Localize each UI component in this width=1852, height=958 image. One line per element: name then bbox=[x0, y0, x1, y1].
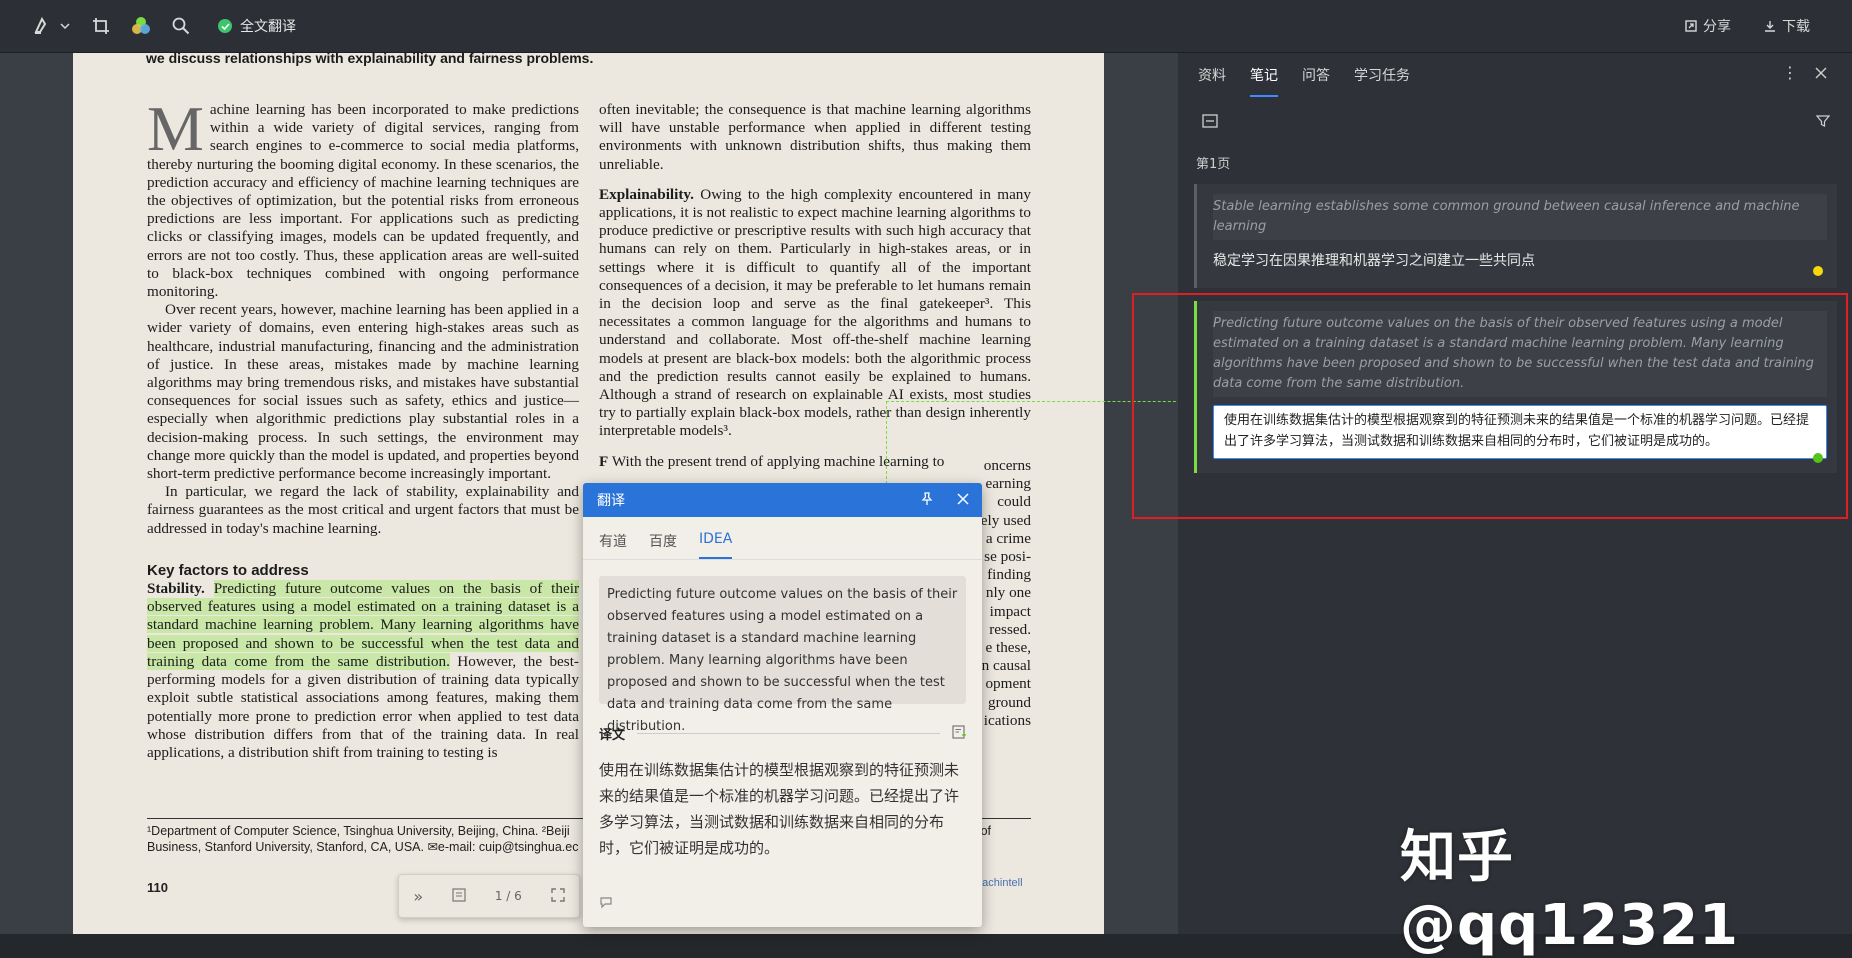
section-heading-key-factors: Key factors to address bbox=[147, 561, 309, 579]
tab-notes[interactable]: 笔记 bbox=[1250, 65, 1278, 97]
double-chevron-right-icon[interactable]: » bbox=[413, 887, 423, 906]
translation-result-label: 译文 bbox=[599, 728, 626, 743]
fragment: oncerns bbox=[983, 457, 1031, 474]
note-translation-text: 稳定学习在因果推理和机器学习之间建立一些共同点 bbox=[1213, 253, 1535, 269]
top-toolbar: 全文翻译 分享 下载 bbox=[0, 0, 1852, 53]
side-panel-tabs: 资料 笔记 问答 学习任务 bbox=[1198, 65, 1434, 97]
check-icon bbox=[218, 19, 232, 33]
tab-idea[interactable]: IDEA bbox=[699, 531, 733, 559]
collapse-notes-icon[interactable] bbox=[1202, 113, 1218, 132]
translate-popup-header[interactable]: 翻译 bbox=[583, 483, 982, 517]
highlighter-icon bbox=[32, 16, 52, 36]
paragraph-recent-years: Over recent years, however, machine lear… bbox=[147, 301, 579, 483]
close-icon[interactable] bbox=[1814, 65, 1828, 84]
translate-all-label: 全文翻译 bbox=[240, 19, 296, 35]
text-column-right[interactable]: often inevitable; the consequence is tha… bbox=[599, 101, 1031, 729]
page-indicator: 1 / 6 bbox=[494, 889, 522, 903]
tab-study-tasks[interactable]: 学习任务 bbox=[1354, 65, 1410, 97]
tab-qa[interactable]: 问答 bbox=[1302, 65, 1330, 97]
translate-source-text: Predicting future outcome values on the … bbox=[599, 576, 966, 734]
fullscreen-icon[interactable] bbox=[550, 887, 565, 905]
search-icon bbox=[172, 17, 190, 35]
note-color-dot[interactable] bbox=[1813, 266, 1823, 276]
top-heading-text: we discuss relationships with explainabi… bbox=[146, 53, 594, 66]
more-options-icon[interactable]: ⋮ bbox=[1782, 63, 1798, 82]
share-label: 分享 bbox=[1703, 19, 1731, 35]
color-palette-icon bbox=[130, 15, 152, 37]
crop-icon bbox=[92, 17, 110, 35]
chevron-down-icon[interactable] bbox=[60, 21, 70, 31]
tab-materials[interactable]: 资料 bbox=[1198, 65, 1226, 97]
dropcap: M bbox=[147, 93, 204, 164]
translate-popup: 翻译 有道 百度 IDEA Predicting future outcome … bbox=[583, 483, 982, 927]
paragraph-inevitable: often inevitable; the consequence is tha… bbox=[599, 101, 1031, 173]
explainability-label: Explainability. bbox=[599, 185, 694, 203]
paragraph-intro: achine learning has been incorporated to… bbox=[147, 101, 579, 301]
annotation-highlight-box bbox=[1132, 293, 1848, 519]
filter-icon[interactable] bbox=[1815, 113, 1831, 132]
page-navigation-bar: » 1 / 6 bbox=[398, 874, 580, 918]
share-icon bbox=[1685, 20, 1697, 32]
feedback-icon[interactable] bbox=[599, 894, 613, 913]
divider bbox=[637, 733, 940, 734]
fairness-initial: F bbox=[599, 452, 609, 470]
download-label: 下载 bbox=[1782, 19, 1810, 35]
translate-all-toggle[interactable]: 全文翻译 bbox=[218, 0, 296, 52]
tab-baidu[interactable]: 百度 bbox=[649, 531, 677, 559]
translation-result-text: 使用在训练数据集估计的模型根据观察到的特征预测未来的结果值是一个标准的机器学习问… bbox=[599, 761, 960, 857]
add-note-icon[interactable] bbox=[952, 724, 966, 743]
pin-icon[interactable] bbox=[920, 492, 934, 510]
search-button[interactable] bbox=[172, 0, 190, 52]
paragraph-in-particular: In particular, we regard the lack of sta… bbox=[147, 483, 579, 537]
page-number: 110 bbox=[147, 880, 168, 895]
translate-popup-title: 翻译 bbox=[597, 493, 625, 509]
stability-label: Stability. bbox=[147, 580, 205, 598]
tab-youdao[interactable]: 有道 bbox=[599, 531, 627, 559]
crop-button[interactable] bbox=[92, 0, 110, 52]
notes-page-label: 第1页 bbox=[1196, 157, 1231, 172]
text-column-left[interactable]: Machine learning has been incorporated t… bbox=[147, 93, 580, 762]
share-button[interactable]: 分享 bbox=[1685, 0, 1731, 52]
note-source-text: Stable learning establishes some common … bbox=[1213, 194, 1827, 240]
highlighter-tool-button[interactable] bbox=[32, 0, 70, 52]
note-connector-line-vertical bbox=[886, 401, 887, 489]
download-button[interactable]: 下载 bbox=[1764, 0, 1810, 52]
footnote-right: of bbox=[980, 824, 991, 838]
close-icon[interactable] bbox=[956, 492, 970, 510]
color-button[interactable] bbox=[130, 0, 152, 52]
paragraph-fairness-head: With the present trend of applying machi… bbox=[611, 452, 945, 470]
translate-engine-tabs: 有道 百度 IDEA bbox=[583, 531, 982, 560]
download-icon bbox=[1764, 20, 1776, 32]
note-card[interactable]: Stable learning establishes some common … bbox=[1194, 184, 1837, 288]
page-list-icon[interactable] bbox=[452, 887, 466, 905]
watermark: 知乎 @qq12321 bbox=[1400, 825, 1739, 958]
